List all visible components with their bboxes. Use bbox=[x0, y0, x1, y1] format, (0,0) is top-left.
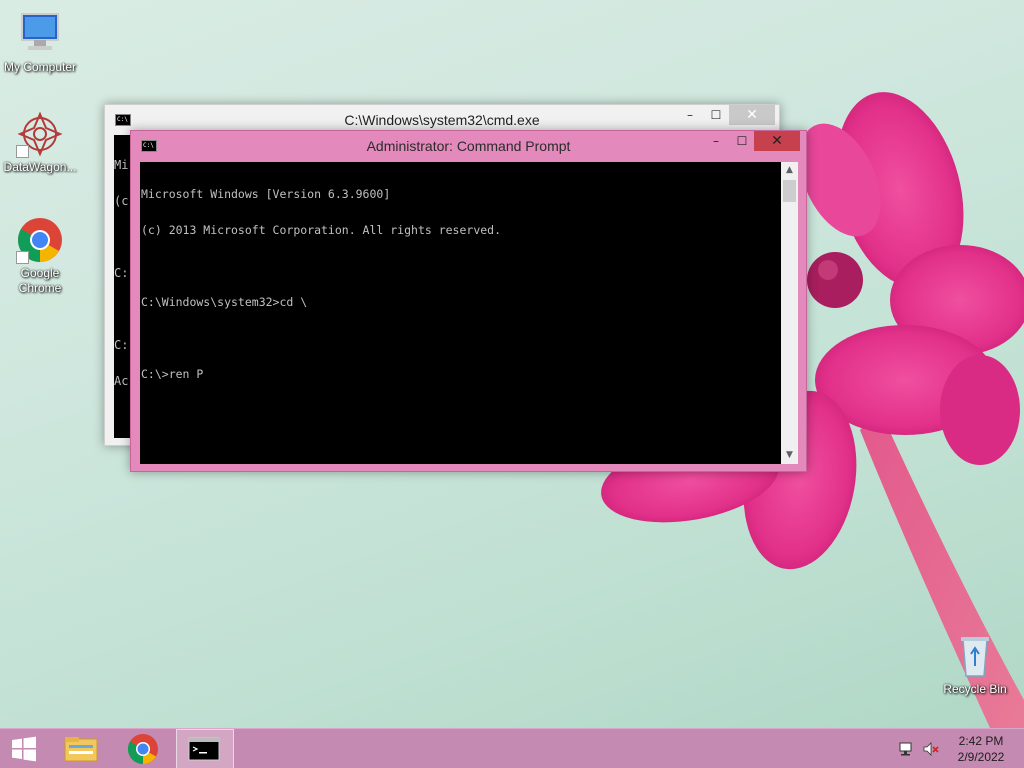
computer-icon bbox=[16, 10, 64, 58]
minimize-button[interactable]: – bbox=[703, 131, 729, 151]
console-line: (c) 2013 Microsoft Corporation. All righ… bbox=[141, 223, 502, 237]
desktop-icon-datawagon[interactable]: DataWagon... bbox=[0, 110, 80, 175]
close-button[interactable]: ✕ bbox=[754, 131, 800, 151]
system-clock[interactable]: 2:42 PM 2/9/2022 bbox=[948, 733, 1014, 765]
desktop-icon-label: Recycle Bin bbox=[943, 682, 1007, 696]
console-line: C:\>ren P bbox=[141, 367, 204, 381]
windows-logo-icon bbox=[12, 736, 36, 762]
maximize-button[interactable]: ☐ bbox=[729, 131, 755, 151]
desktop-icon-label: My Computer bbox=[3, 60, 77, 74]
taskbar: 2:42 PM 2/9/2022 bbox=[0, 728, 1024, 768]
shortcut-arrow-icon bbox=[16, 251, 29, 264]
command-prompt-icon bbox=[188, 737, 220, 761]
vertical-scrollbar[interactable]: ▲ ▼ bbox=[781, 162, 798, 464]
administrator-command-prompt-window[interactable]: C:\ Administrator: Command Prompt – ☐ ✕ … bbox=[130, 130, 807, 472]
minimize-button[interactable]: – bbox=[677, 105, 703, 125]
chrome-icon bbox=[127, 734, 158, 764]
start-button[interactable] bbox=[0, 729, 48, 768]
desktop-icon-recycle-bin[interactable]: Recycle Bin bbox=[935, 632, 1015, 697]
scrollbar-thumb[interactable] bbox=[783, 180, 796, 202]
taskbar-chrome[interactable] bbox=[120, 729, 166, 768]
taskbar-file-explorer[interactable] bbox=[58, 729, 104, 768]
console-output[interactable]: Microsoft Windows [Version 6.3.9600] (c)… bbox=[140, 162, 781, 464]
datawagon-icon bbox=[16, 110, 64, 158]
taskbar-command-prompt[interactable] bbox=[176, 729, 234, 768]
shortcut-arrow-icon bbox=[16, 145, 29, 158]
clock-date: 2/9/2022 bbox=[957, 750, 1005, 764]
desktop-icon-google-chrome[interactable]: Google Chrome bbox=[0, 216, 80, 296]
desktop-icon-label: Google Chrome bbox=[18, 266, 62, 295]
close-button[interactable]: ✕ bbox=[729, 105, 775, 125]
maximize-button[interactable]: ☐ bbox=[703, 105, 729, 125]
network-icon[interactable] bbox=[898, 741, 916, 757]
recycle-bin-icon bbox=[951, 632, 999, 680]
desktop-icon-label: DataWagon... bbox=[3, 160, 77, 174]
clock-time: 2:42 PM bbox=[958, 734, 1004, 748]
desktop-icon-my-computer[interactable]: My Computer bbox=[0, 10, 80, 75]
volume-muted-icon[interactable] bbox=[922, 741, 940, 757]
chrome-icon bbox=[16, 216, 64, 264]
console-line: Microsoft Windows [Version 6.3.9600] bbox=[141, 187, 391, 201]
scroll-down-icon[interactable]: ▼ bbox=[781, 447, 798, 464]
file-explorer-icon bbox=[64, 737, 98, 762]
window-titlebar[interactable]: C:\ Administrator: Command Prompt – ☐ ✕ bbox=[131, 131, 806, 161]
scroll-up-icon[interactable]: ▲ bbox=[781, 162, 798, 179]
console-line: C:\Windows\system32>cd \ bbox=[141, 295, 308, 309]
